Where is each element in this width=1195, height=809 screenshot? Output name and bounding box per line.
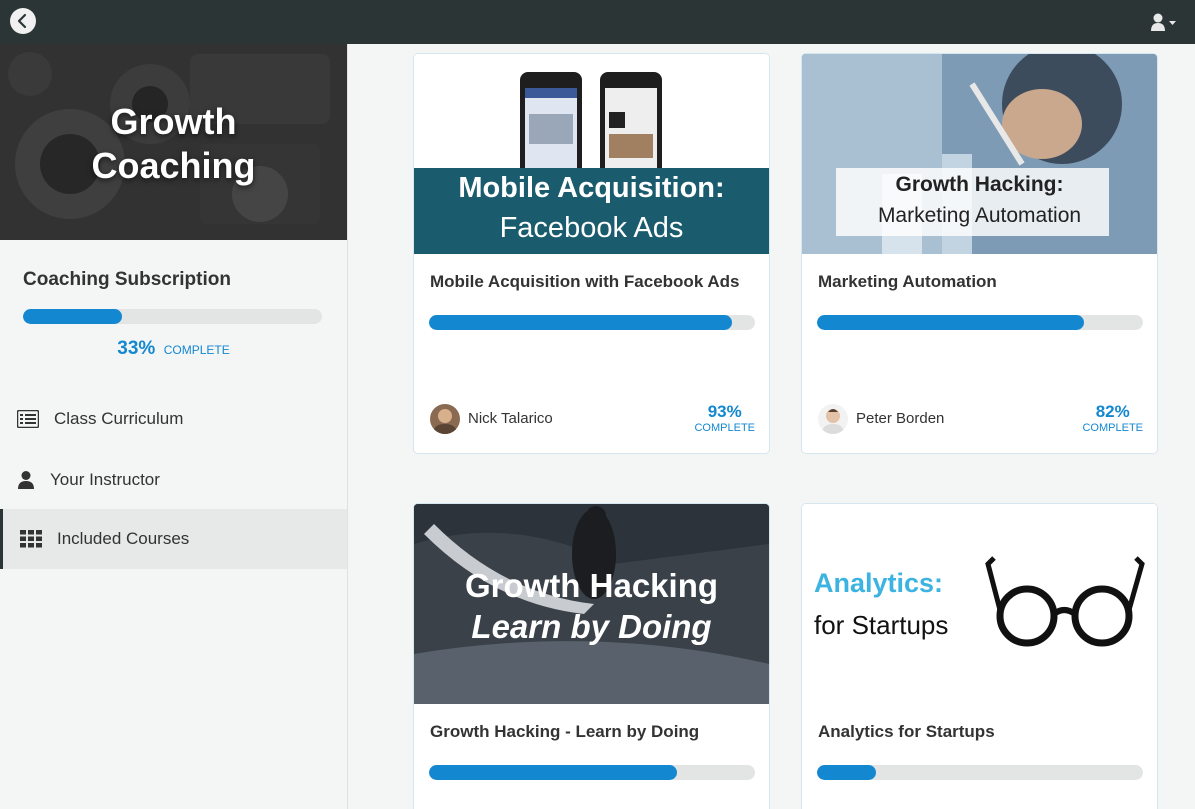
course-image: Growth Hacking: Marketing Automation [802, 54, 1157, 254]
subscription-complete-label: COMPLETE [163, 343, 230, 357]
course-hero-banner: Growth Coaching [0, 44, 347, 240]
image-headline: Growth Hacking: [895, 173, 1064, 196]
image-headline: Analytics: [814, 568, 944, 598]
image-subheadline: Marketing Automation [877, 204, 1082, 227]
top-bar [0, 0, 1195, 44]
subscription-progress-fill [23, 309, 122, 324]
nav-class-curriculum[interactable]: Class Curriculum [0, 389, 347, 449]
nav-your-instructor-label: Your Instructor [50, 470, 160, 489]
back-button[interactable] [10, 8, 36, 34]
instructor-name: Peter Borden [856, 410, 945, 427]
user-menu-button[interactable] [1149, 11, 1179, 33]
instructor-avatar [430, 404, 460, 434]
hero-title: Growth Coaching [0, 100, 347, 188]
course-image: Growth Hacking Learn by Doing [414, 504, 769, 704]
subscription-title: Coaching Subscription [23, 269, 231, 290]
user-icon [1151, 13, 1176, 31]
hero-title-line1: Growth [110, 101, 237, 142]
course-title[interactable]: Growth Hacking - Learn by Doing [430, 722, 699, 742]
subscription-percent-value: 33% [117, 338, 156, 359]
nav-included-courses[interactable]: Included Courses [0, 509, 347, 569]
course-progress-fill [817, 315, 1085, 330]
course-image: Mobile Acquisition: Facebook Ads [414, 54, 769, 254]
course-title[interactable]: Analytics for Startups [818, 722, 995, 742]
instructor-name: Nick Talarico [468, 410, 553, 427]
image-subheadline: Facebook Ads [499, 212, 684, 244]
subscription-progress-bar [23, 309, 322, 324]
course-image: Analytics: for Startups [802, 504, 1157, 704]
course-title[interactable]: Marketing Automation [818, 272, 997, 292]
sidebar: Growth Coaching Coaching Subscription 33… [0, 44, 348, 809]
hero-title-line2: Coaching [91, 145, 256, 186]
course-percent-value: 93% [707, 402, 742, 421]
caret-down-icon [1169, 21, 1176, 25]
subscription-percent: 33% COMPLETE [0, 338, 347, 360]
grid-icon [19, 529, 43, 549]
nav-your-instructor[interactable]: Your Instructor [0, 450, 347, 510]
instructor-avatar [818, 404, 848, 434]
course-progress-bar [817, 765, 1143, 780]
nav-included-courses-label: Included Courses [57, 529, 190, 548]
image-subheadline: for Startups [814, 610, 949, 640]
course-progress-bar [817, 315, 1143, 330]
course-percent: 82% COMPLETE [1082, 402, 1143, 434]
course-card[interactable]: Analytics: for Startups Analytics for St… [801, 503, 1158, 809]
glasses-image [802, 504, 1157, 704]
course-percent-value: 82% [1095, 402, 1130, 421]
course-card[interactable]: Growth Hacking: Marketing Automation Mar… [801, 53, 1158, 454]
course-card[interactable]: Growth Hacking Learn by Doing Growth Hac… [413, 503, 770, 809]
course-complete-label: COMPLETE [1082, 422, 1143, 434]
nav-class-curriculum-label: Class Curriculum [54, 409, 184, 428]
course-card[interactable]: Mobile Acquisition: Facebook Ads Mobile … [413, 53, 770, 454]
course-percent: 93% COMPLETE [694, 402, 755, 434]
course-progress-fill [429, 315, 733, 330]
chevron-left-icon [17, 13, 27, 29]
image-headline: Growth Hacking [464, 567, 719, 604]
course-progress-fill [817, 765, 876, 780]
list-icon [16, 409, 40, 429]
course-progress-bar [429, 765, 755, 780]
course-progress-fill [429, 765, 677, 780]
image-subheadline: Learn by Doing [471, 608, 712, 645]
user-icon [14, 470, 38, 490]
course-title[interactable]: Mobile Acquisition with Facebook Ads [430, 272, 739, 292]
course-progress-bar [429, 315, 755, 330]
course-complete-label: COMPLETE [694, 422, 755, 434]
image-headline: Mobile Acquisition: [458, 172, 725, 204]
